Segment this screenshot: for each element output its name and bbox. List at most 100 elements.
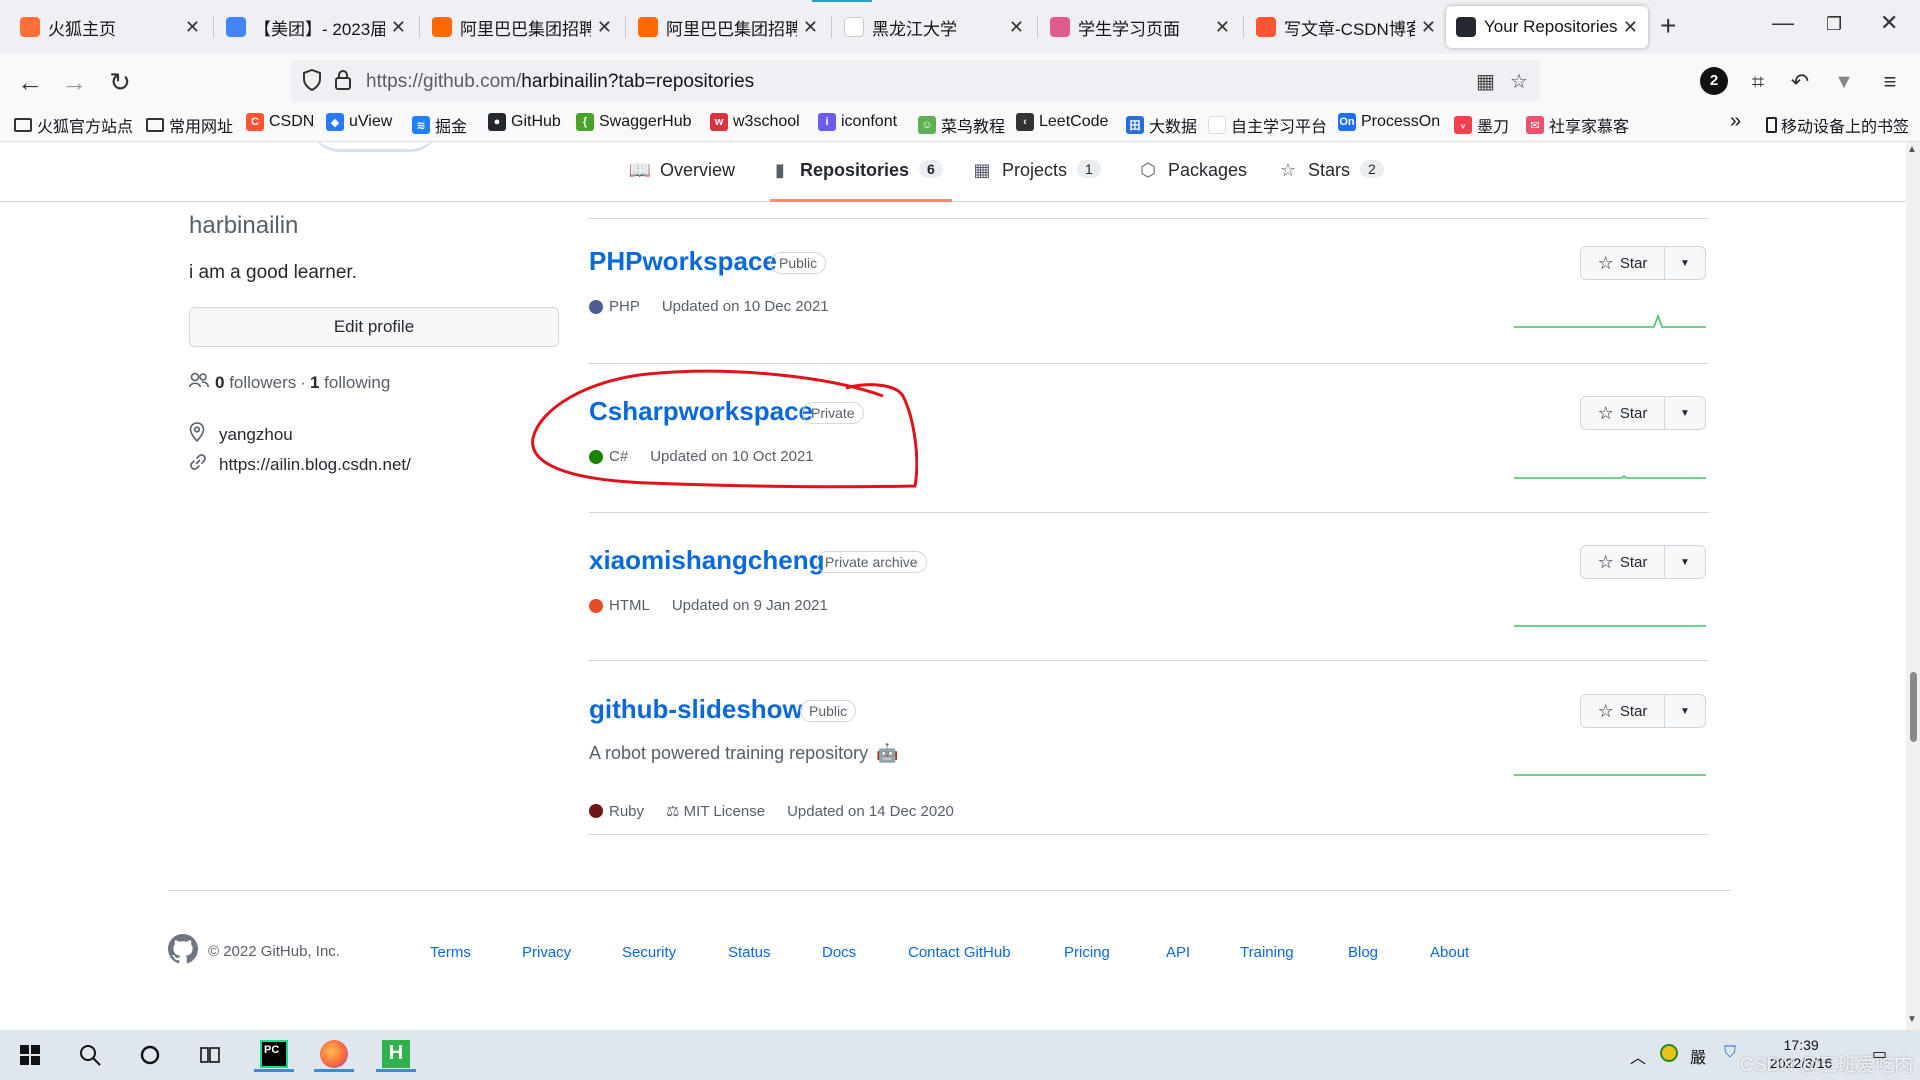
tray-app-icon[interactable] (1660, 1044, 1678, 1067)
footer-link-terms[interactable]: Terms (430, 944, 471, 961)
footer-link-api[interactable]: API (1166, 944, 1190, 961)
footer-link-training[interactable]: Training (1240, 944, 1294, 961)
forward-button[interactable]: → (58, 66, 90, 98)
start-icon[interactable] (10, 1038, 50, 1072)
bookmark-item[interactable]: ✉ 社享家慕客 (1526, 113, 1629, 137)
following-link[interactable]: 1 following (310, 373, 390, 393)
cortana-icon[interactable] (130, 1038, 170, 1072)
star-button[interactable]: ☆ Star ▼ (1580, 396, 1706, 430)
close-tab-icon[interactable]: ✕ (1623, 17, 1638, 38)
profile-website[interactable]: https://ailin.blog.csdn.net/ (189, 453, 411, 476)
back-button[interactable]: ← (14, 66, 46, 98)
close-tab-icon[interactable]: ✕ (597, 17, 612, 38)
scrollbar-thumb[interactable] (1910, 672, 1917, 742)
task-view-icon[interactable] (190, 1038, 230, 1072)
close-tab-icon[interactable]: ✕ (1009, 17, 1024, 38)
bookmark-item[interactable]: w w3school (710, 113, 800, 131)
footer-link-privacy[interactable]: Privacy (522, 944, 571, 961)
browser-tab[interactable]: Your Repositories ✕ (1446, 6, 1648, 48)
bookmark-item[interactable]: 田大数据 (1126, 113, 1197, 137)
star-button[interactable]: ☆ Star ▼ (1580, 694, 1706, 728)
mobile-bookmarks[interactable]: 移动设备上的书签 (1766, 113, 1909, 137)
repo-name-link[interactable]: xiaomishangcheng (589, 545, 825, 576)
bookmark-item[interactable]: C CSDN (246, 113, 314, 131)
bookmarks-overflow-button[interactable]: » (1730, 110, 1741, 133)
star-list-dropdown-icon[interactable]: ▼ (1665, 397, 1705, 429)
hbuilder-icon[interactable]: H (376, 1038, 416, 1072)
footer-link-about[interactable]: About (1430, 944, 1469, 961)
close-tab-icon[interactable]: ✕ (1215, 17, 1230, 38)
star-button[interactable]: ☆ Star ▼ (1580, 545, 1706, 579)
footer-link-status[interactable]: Status (728, 944, 771, 961)
screenshot-icon[interactable]: ⌗ (1742, 66, 1774, 98)
browser-tab[interactable]: 阿里巴巴集团招聘官 ✕ (628, 6, 828, 48)
close-tab-icon[interactable]: ✕ (391, 17, 406, 38)
search-icon[interactable] (70, 1038, 110, 1072)
star-list-dropdown-icon[interactable]: ▼ (1665, 695, 1705, 727)
browser-tab[interactable]: 黑龙江大学 ✕ (834, 6, 1034, 48)
input-method-icon[interactable]: 嚴 (1690, 1044, 1706, 1068)
bookmark-item[interactable]: {SwaggerHub (576, 113, 692, 131)
star-action[interactable]: ☆ Star (1581, 397, 1665, 429)
star-action[interactable]: ☆ Star (1581, 695, 1665, 727)
scroll-up-arrow[interactable]: ▲ (1907, 144, 1917, 155)
browser-tab[interactable]: 学生学习页面 ✕ (1040, 6, 1240, 48)
notification-center-icon[interactable]: ▭ (1872, 1044, 1887, 1064)
restore-button[interactable]: ❐ (1826, 14, 1842, 35)
footer-link-security[interactable]: Security (622, 944, 676, 961)
notification-badge[interactable]: 2 (1700, 67, 1728, 95)
repo-name-link[interactable]: github-slideshow (589, 694, 803, 725)
undo-icon[interactable]: ↶ (1784, 66, 1816, 98)
new-tab-button[interactable]: + (1660, 10, 1676, 42)
footer-link-contact-github[interactable]: Contact GitHub (908, 944, 1011, 961)
tab-overview[interactable]: 📖 Overview (629, 154, 735, 202)
pycharm-icon[interactable]: PC (254, 1038, 294, 1072)
tab-packages[interactable]: ⬡ Packages (1138, 154, 1247, 202)
star-action[interactable]: ☆ Star (1581, 247, 1665, 279)
bookmark-item[interactable]: ᵥ 墨刀 (1454, 113, 1509, 137)
address-bar[interactable]: https://github.com/harbinailin?tab=repos… (290, 60, 1540, 102)
lock-icon[interactable] (334, 69, 352, 97)
extension-icon[interactable]: ▼ (1828, 66, 1860, 98)
footer-link-pricing[interactable]: Pricing (1064, 944, 1110, 961)
website-link[interactable]: https://ailin.blog.csdn.net/ (219, 455, 411, 475)
bookmark-item[interactable]: On ProcessOn (1338, 113, 1440, 131)
close-tab-icon[interactable]: ✕ (803, 17, 818, 38)
repo-name-link[interactable]: PHPworkspace (589, 246, 777, 277)
bookmark-item[interactable]: 火狐官方站点 (14, 113, 133, 137)
github-logo-icon[interactable] (168, 934, 199, 968)
menu-icon[interactable]: ≡ (1874, 66, 1906, 98)
bookmark-item[interactable]: 自主学习平台 (1208, 113, 1327, 137)
scroll-down-arrow[interactable]: ▼ (1907, 1014, 1917, 1025)
browser-tab[interactable]: 写文章-CSDN博客 ✕ (1246, 6, 1446, 48)
bookmark-item[interactable]: ≋ 掘金 (412, 113, 467, 137)
star-button[interactable]: ☆ Star ▼ (1580, 246, 1706, 280)
footer-link-blog[interactable]: Blog (1348, 944, 1378, 961)
star-action[interactable]: ☆ Star (1581, 546, 1665, 578)
minimize-button[interactable]: — (1772, 10, 1794, 36)
browser-tab[interactable]: 【美团】- 2023届春 ✕ (216, 6, 416, 48)
bookmark-item[interactable]: ‹ LeetCode (1016, 113, 1108, 131)
footer-link-docs[interactable]: Docs (822, 944, 856, 961)
tab-repositories[interactable]: ▮ Repositories 6 (770, 154, 952, 202)
bookmark-star-icon[interactable]: ☆ (1510, 69, 1528, 94)
tray-expand-icon[interactable]: ︿ (1630, 1044, 1646, 1068)
bookmark-item[interactable]: ◆ uView (326, 113, 392, 131)
reload-button[interactable]: ↻ (104, 66, 136, 98)
firefox-icon[interactable] (314, 1038, 354, 1072)
close-tab-icon[interactable]: ✕ (1421, 17, 1436, 38)
bookmark-item[interactable]: i iconfont (818, 113, 897, 131)
close-tab-icon[interactable]: ✕ (185, 17, 200, 38)
browser-tab[interactable]: 阿里巴巴集团招聘官 ✕ (422, 6, 622, 48)
star-list-dropdown-icon[interactable]: ▼ (1665, 546, 1705, 578)
close-window-button[interactable]: ✕ (1880, 10, 1898, 36)
browser-tab[interactable]: 火狐主页 ✕ (10, 6, 210, 48)
followers-link[interactable]: 0 followers (215, 373, 296, 393)
star-list-dropdown-icon[interactable]: ▼ (1665, 247, 1705, 279)
bookmark-item[interactable]: 常用网址 (146, 113, 233, 137)
tab-stars[interactable]: ☆ Stars 2 (1278, 154, 1384, 202)
bookmark-item[interactable]: ☺ 菜鸟教程 (918, 113, 1005, 137)
page-scrollbar[interactable]: ▲ ▼ (1906, 142, 1920, 1030)
qr-code-icon[interactable]: ▦ (1476, 69, 1495, 94)
bookmark-item[interactable]: ● GitHub (488, 113, 561, 131)
